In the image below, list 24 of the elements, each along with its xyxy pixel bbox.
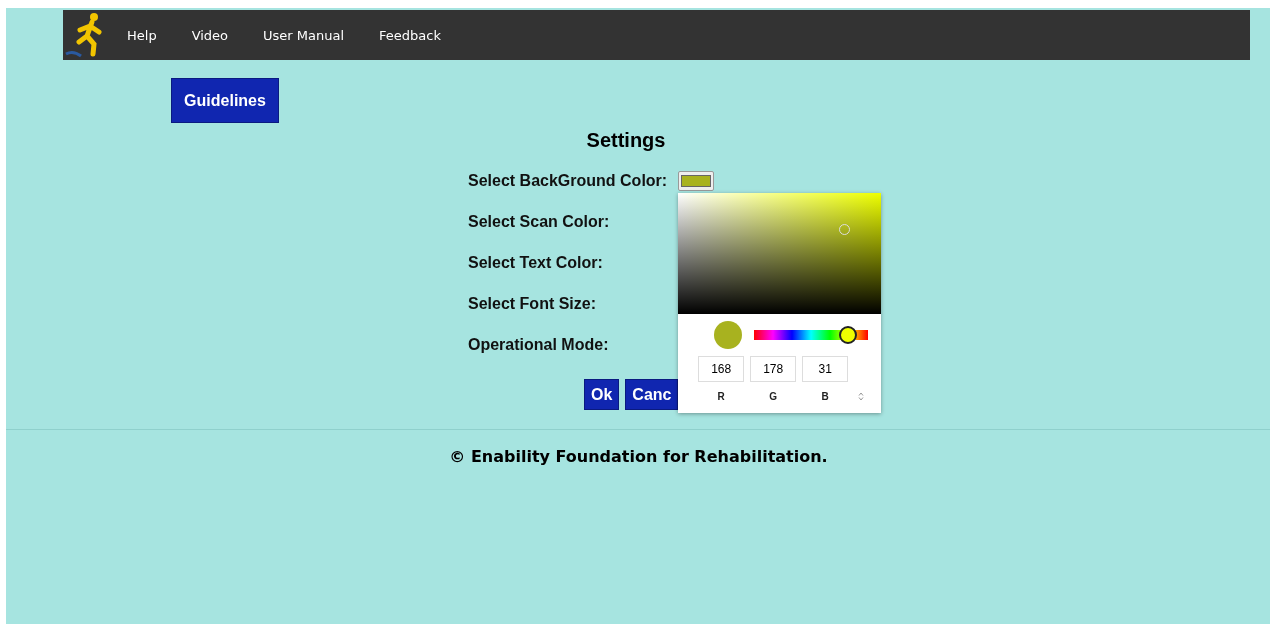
nav-link[interactable]: Feedback bbox=[379, 27, 441, 43]
rgb-input[interactable]: 31 bbox=[802, 355, 849, 382]
nav-link[interactable]: Help bbox=[127, 27, 157, 43]
toggle-arrows-icon[interactable] bbox=[858, 391, 865, 401]
rgb-input[interactable]: 178 bbox=[750, 355, 797, 382]
rgb-input[interactable]: 168 bbox=[698, 355, 745, 382]
setting-label: Select Text Color: bbox=[468, 253, 603, 272]
channel-label: R bbox=[716, 390, 726, 402]
setting-label: Operational Mode: bbox=[468, 335, 609, 354]
channel-label: G bbox=[768, 390, 779, 402]
nav-link[interactable]: Video bbox=[191, 27, 229, 43]
hue-thumb[interactable] bbox=[838, 325, 857, 344]
setting-label: Select BackGround Color: bbox=[468, 171, 668, 190]
settings-title: Settings bbox=[585, 129, 667, 152]
guidelines-button[interactable]: Guidelines bbox=[171, 78, 279, 123]
nav-link[interactable]: User Manual bbox=[263, 27, 345, 43]
saturation-area[interactable] bbox=[678, 192, 882, 314]
ok-button[interactable]: Ok bbox=[584, 379, 620, 410]
cancel-button[interactable]: Canc bbox=[625, 379, 679, 410]
color-swatch[interactable] bbox=[678, 170, 715, 191]
setting-label: Select Font Size: bbox=[468, 294, 597, 313]
copyright-text: © Enability Foundation for Rehabilitation. bbox=[448, 447, 829, 466]
setting-label: Select Scan Color: bbox=[468, 212, 610, 231]
channel-label: B bbox=[820, 390, 830, 402]
